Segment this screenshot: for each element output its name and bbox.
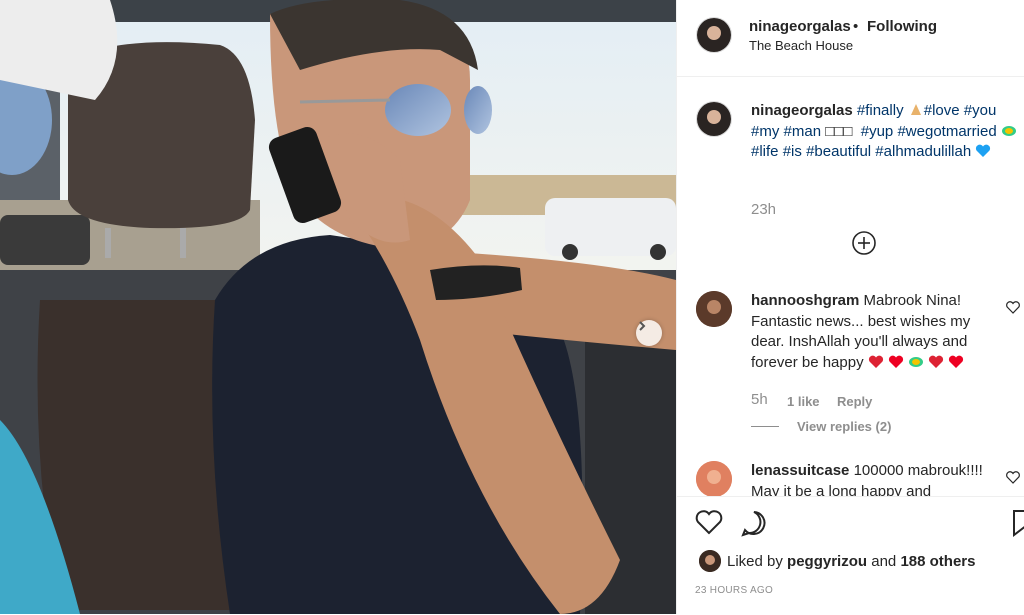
bookmark-icon[interactable] xyxy=(1013,509,1024,537)
heart-emoji xyxy=(929,355,944,368)
hashtag-link[interactable]: #life xyxy=(751,143,779,160)
comment-icon[interactable] xyxy=(740,509,768,537)
hashtag-link[interactable]: #wegotmarried xyxy=(897,123,996,140)
reply-button[interactable]: Reply xyxy=(837,394,872,409)
hashtag-link[interactable]: #my xyxy=(751,123,779,140)
post-caption: ninageorgalas #finally #love #you #my #m… xyxy=(751,101,1019,163)
heart-emoji xyxy=(949,355,964,368)
avatar[interactable] xyxy=(696,17,732,53)
heart-emoji xyxy=(888,355,903,368)
emoji-icon xyxy=(1001,125,1016,136)
hashtag-link[interactable]: #beautiful xyxy=(806,143,871,160)
heart-emoji xyxy=(976,144,991,157)
commenter-avatar[interactable] xyxy=(696,461,732,496)
commenter-avatar[interactable] xyxy=(696,291,732,327)
liker-username[interactable]: peggyrizou xyxy=(787,553,867,570)
post-actions: Liked by peggyrizou and 188 others 23 HO… xyxy=(677,496,1024,615)
hashtag-link[interactable]: #finally xyxy=(857,102,904,119)
unrendered-emoji-glyphs: □□□ xyxy=(825,122,853,140)
view-replies-button[interactable]: View replies (2) xyxy=(797,419,891,434)
hashtag-link[interactable]: #yup xyxy=(861,123,894,140)
avatar-image xyxy=(697,102,731,136)
heart-icon[interactable] xyxy=(1006,471,1020,484)
comments-scroll-area[interactable]: ninageorgalas #finally #love #you #my #m… xyxy=(677,77,1024,496)
avatar-image xyxy=(699,550,721,572)
comment-body: lenassuitcase 100000 mabrouk!!!! May it … xyxy=(751,461,999,496)
next-arrow-icon xyxy=(639,321,646,331)
heart-icon[interactable] xyxy=(695,509,723,535)
avatar-image xyxy=(696,291,732,327)
caption-avatar[interactable] xyxy=(696,101,732,137)
comment-emojis xyxy=(868,354,965,371)
next-photo-button[interactable] xyxy=(636,320,662,346)
heart-emoji xyxy=(868,355,883,368)
hashtag-link[interactable]: #alhmadulillah xyxy=(875,143,971,160)
emoji-icon xyxy=(909,356,924,367)
view-replies-line xyxy=(751,426,779,427)
likes-summary: Liked by peggyrizou and 188 others xyxy=(727,553,975,570)
heart-icon[interactable] xyxy=(1006,301,1020,314)
more-comments-icon[interactable] xyxy=(851,230,877,256)
liker-avatar[interactable] xyxy=(699,550,721,572)
hashtag-link[interactable]: #is xyxy=(783,143,802,160)
hashtag-link[interactable]: #man xyxy=(784,123,822,140)
avatar-image xyxy=(697,18,731,52)
post-photo xyxy=(0,0,676,614)
comment-timestamp[interactable]: 5h xyxy=(751,391,768,408)
hashtag-link[interactable]: #you xyxy=(964,102,997,119)
hashtag-link[interactable]: #love xyxy=(924,102,960,119)
post-username[interactable]: ninageorgalas xyxy=(749,18,851,35)
comment-like-count[interactable]: 1 like xyxy=(787,394,820,409)
caption-timestamp[interactable]: 23h xyxy=(751,201,776,218)
caption-username[interactable]: ninageorgalas xyxy=(751,102,853,119)
liked-by-label: Liked by xyxy=(727,553,783,570)
likes-connector: and xyxy=(871,553,897,570)
comment-username[interactable]: hannooshgram xyxy=(751,292,859,309)
comment-time: 5h xyxy=(751,391,768,408)
location-link[interactable]: The Beach House xyxy=(749,38,853,53)
comment-body: hannooshgram Mabrook Nina! Fantastic new… xyxy=(751,291,999,373)
avatar-image xyxy=(696,461,732,496)
comment-username[interactable]: lenassuitcase xyxy=(751,462,849,479)
post-side-panel: ninageorgalas • Following The Beach Hous… xyxy=(676,0,1024,614)
following-button[interactable]: Following xyxy=(867,18,937,35)
post-header: ninageorgalas • Following The Beach Hous… xyxy=(677,0,1024,77)
others-link[interactable]: 188 others xyxy=(900,553,975,570)
post-timestamp[interactable]: 23 HOURS AGO xyxy=(695,585,773,596)
photo-illustration xyxy=(0,0,676,614)
pray-emoji xyxy=(910,104,921,115)
separator-dot: • xyxy=(853,18,859,35)
